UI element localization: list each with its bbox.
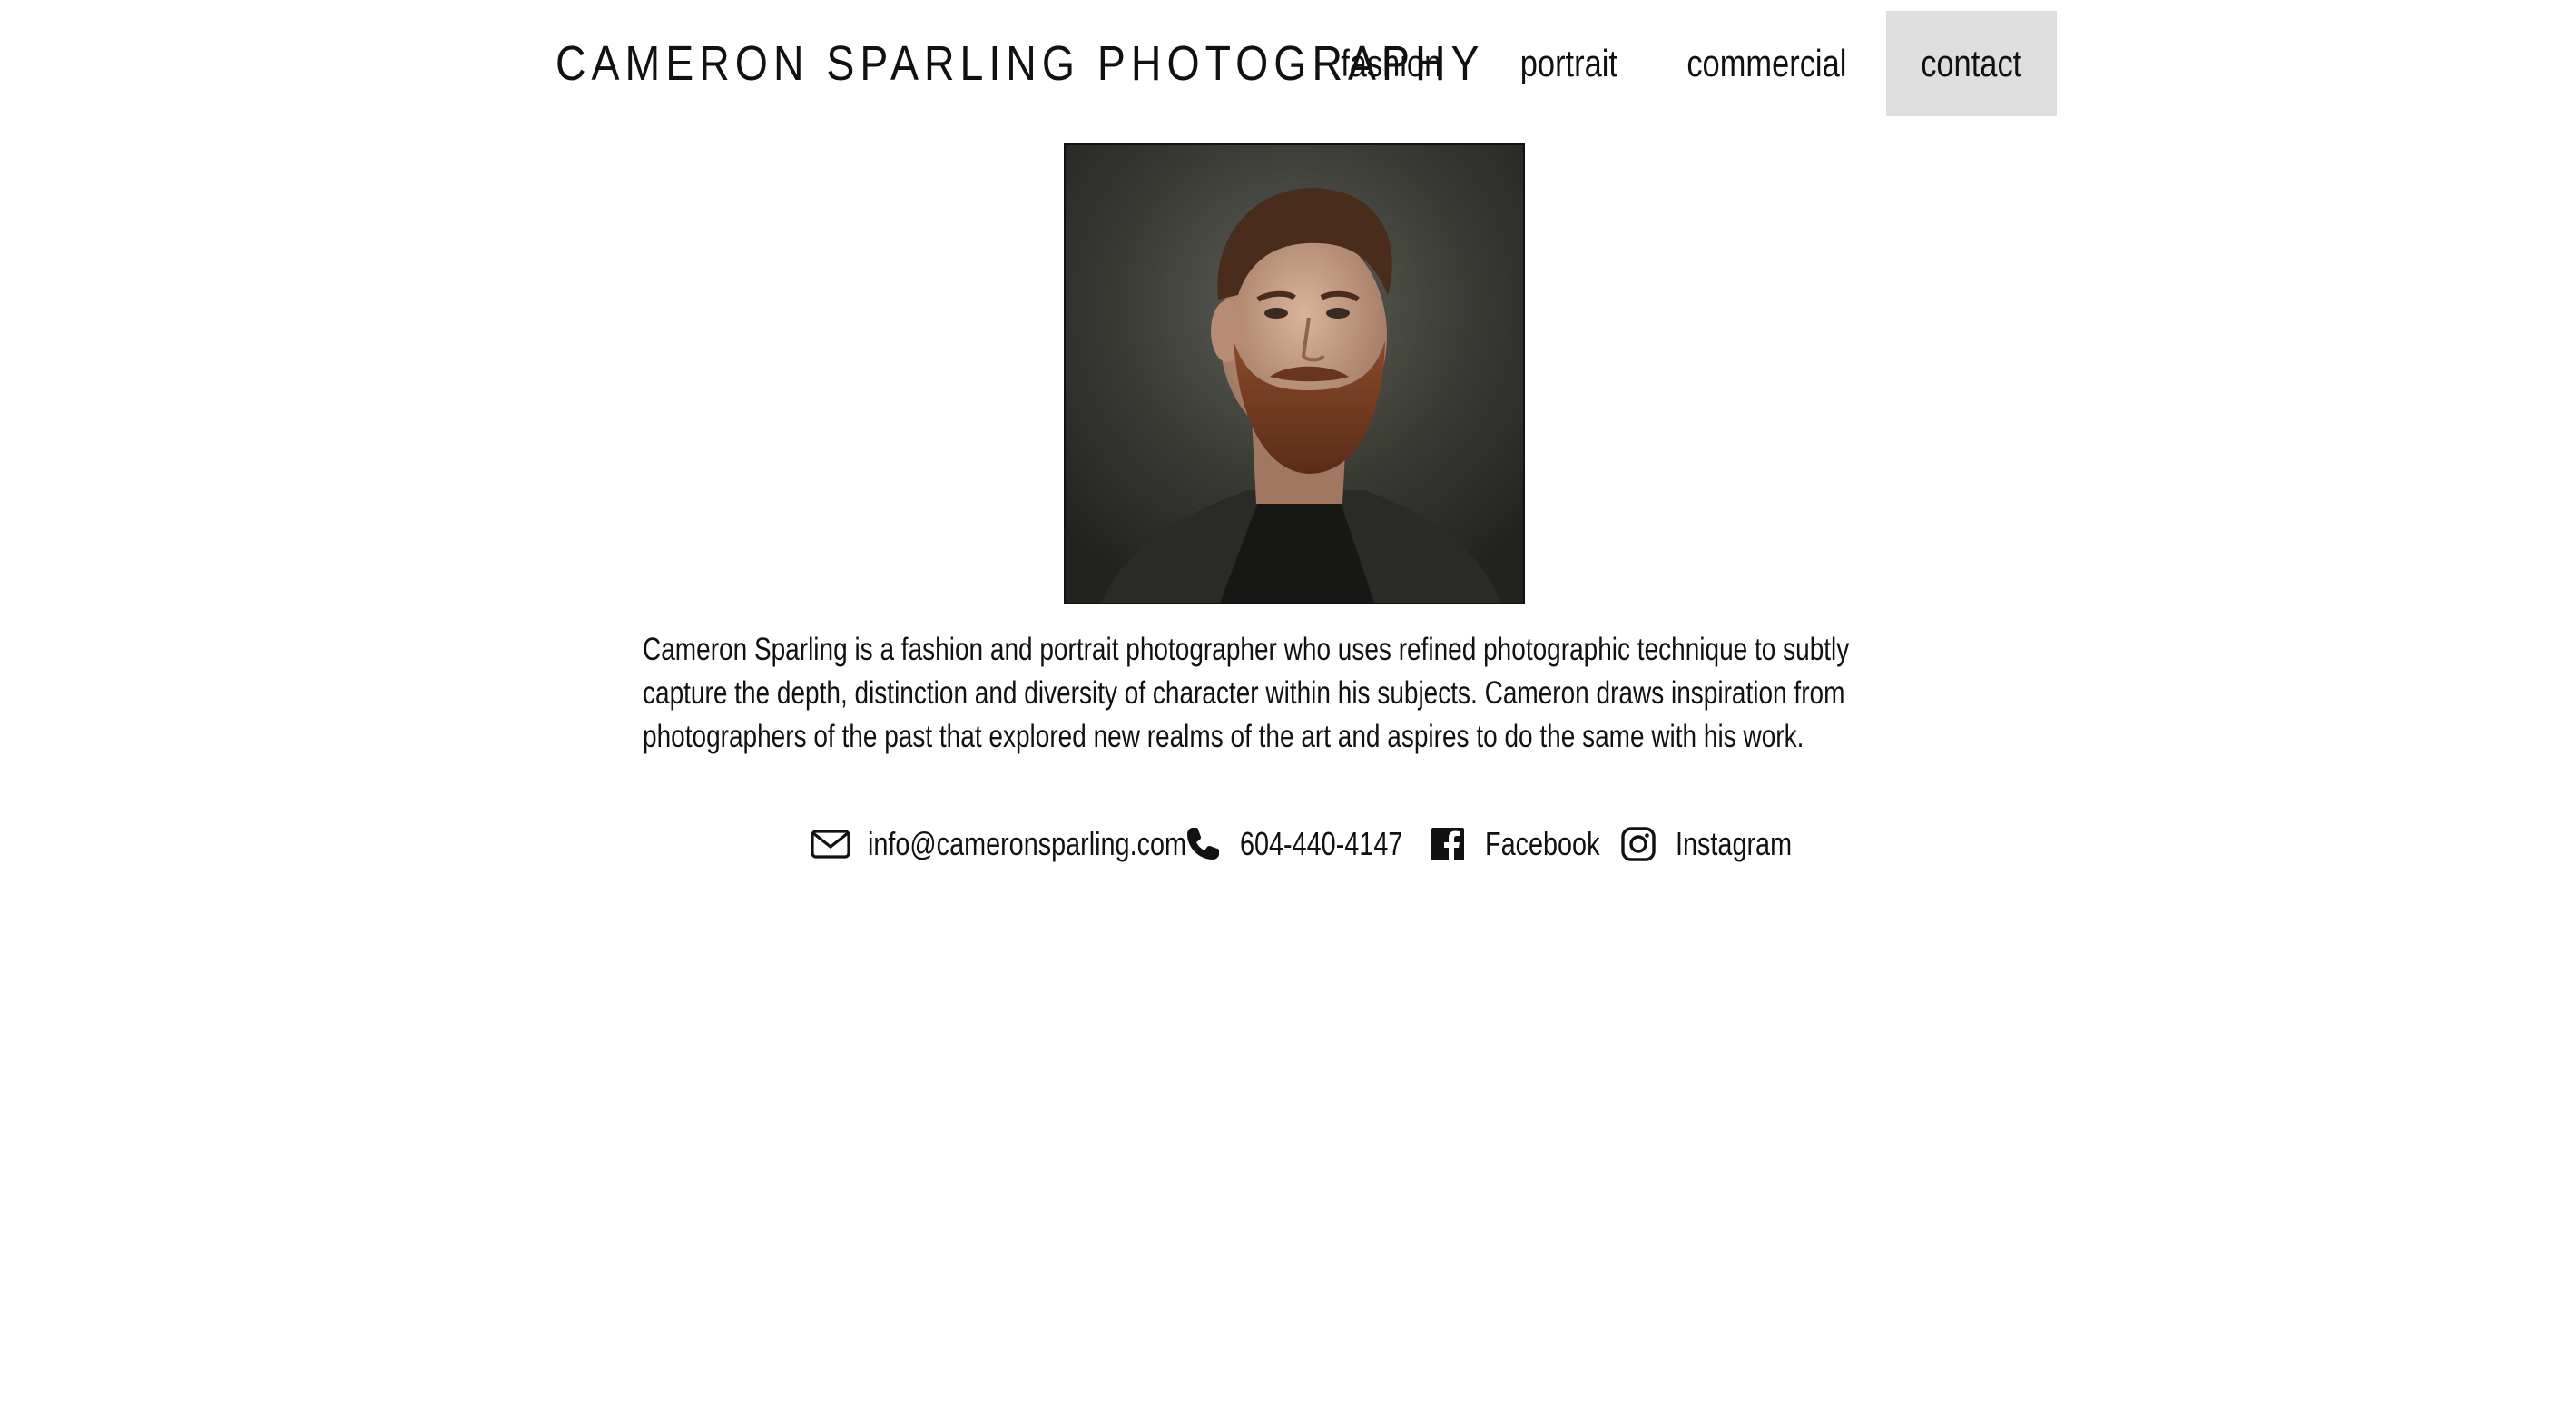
email-text: info@cameronsparling.com <box>868 825 1186 862</box>
instagram-link[interactable]: Instagram <box>1617 817 1821 871</box>
phone-link[interactable]: 604-440-4147 <box>1182 817 1443 871</box>
main-nav: fashion portrait commercial contact <box>1322 11 2057 116</box>
facebook-icon <box>1427 823 1469 865</box>
nav-link-contact[interactable]: contact <box>1886 11 2057 116</box>
envelope-icon <box>810 823 851 865</box>
nav-link-commercial[interactable]: commercial <box>1648 11 1884 116</box>
contact-links: info@cameronsparling.com 604-440-4147 Fa… <box>0 817 2576 871</box>
nav-link-label: contact <box>1921 42 2022 84</box>
instagram-text: Instagram <box>1676 825 1793 862</box>
bio-text: Cameron Sparling is a fashion and portra… <box>643 628 1941 759</box>
instagram-icon <box>1617 823 1659 865</box>
phone-text: 604-440-4147 <box>1240 825 1403 862</box>
phone-icon <box>1182 823 1224 865</box>
nav-link-portrait[interactable]: portrait <box>1478 11 1659 116</box>
portrait-photo <box>1064 143 1525 604</box>
nav-link-fashion[interactable]: fashion <box>1296 11 1487 116</box>
nav-link-label: commercial <box>1686 42 1847 84</box>
nav-link-label: portrait <box>1519 42 1617 84</box>
nav-link-label: fashion <box>1341 42 1442 84</box>
bio-paragraph: Cameron Sparling is a fashion and portra… <box>643 632 1850 754</box>
facebook-link[interactable]: Facebook <box>1427 817 1628 871</box>
portrait-illustration <box>1066 145 1523 603</box>
facebook-text: Facebook <box>1485 825 1600 862</box>
